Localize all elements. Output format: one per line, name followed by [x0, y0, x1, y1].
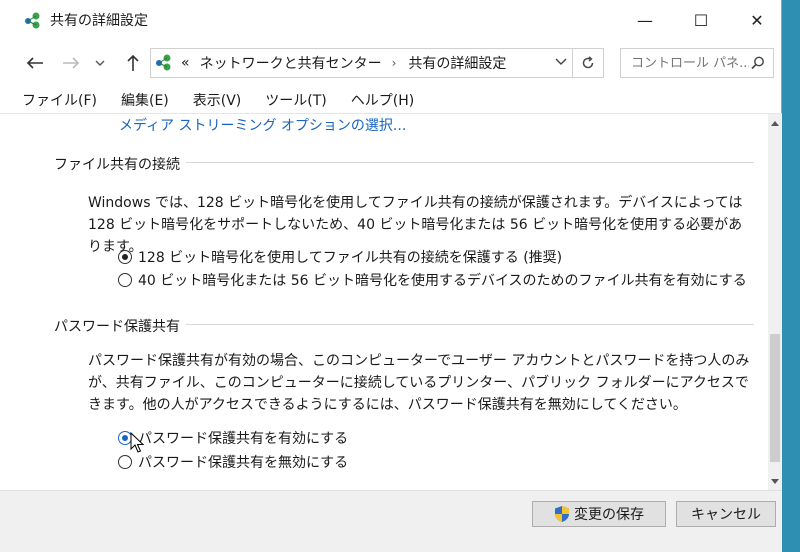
refresh-button[interactable]: [572, 49, 603, 77]
settings-content: メディア ストリーミング オプションの選択... ファイル共有の接続 Windo…: [0, 114, 768, 490]
radio-label[interactable]: 128 ビット暗号化を使用してファイル共有の接続を保護する (推奨): [138, 247, 562, 267]
menu-help[interactable]: ヘルプ(H): [351, 90, 414, 113]
network-icon: [156, 54, 171, 71]
radio-button[interactable]: [118, 273, 132, 287]
section-divider: [186, 162, 754, 163]
search-box[interactable]: [620, 48, 774, 78]
radio-label[interactable]: パスワード保護共有を無効にする: [138, 452, 348, 472]
search-input[interactable]: [629, 54, 751, 72]
radio-label[interactable]: 40 ビット暗号化または 56 ビット暗号化を使用するデバイスのためのファイル共…: [138, 270, 747, 290]
search-icon: [751, 56, 764, 70]
radio-128bit[interactable]: 128 ビット暗号化を使用してファイル共有の接続を保護する (推奨): [118, 247, 562, 267]
address-overflow[interactable]: «: [181, 55, 190, 71]
radio-password-on[interactable]: パスワード保護共有を有効にする: [118, 428, 348, 448]
menu-bar: ファイル(F) 編集(E) 表示(V) ツール(T) ヘルプ(H): [0, 90, 782, 114]
scroll-down-button[interactable]: [768, 472, 782, 490]
close-icon: ✕: [750, 10, 764, 30]
minimize-icon: —: [637, 10, 653, 30]
chevron-down-icon: [95, 60, 105, 66]
password-sharing-section-header: パスワード保護共有: [54, 319, 180, 335]
caret-down-icon: [771, 478, 779, 484]
close-button[interactable]: ✕: [734, 0, 780, 40]
menu-file[interactable]: ファイル(F): [22, 90, 97, 113]
breadcrumb-separator[interactable]: ›: [392, 56, 397, 70]
caret-up-icon: [771, 120, 779, 126]
refresh-icon: [582, 56, 594, 69]
scroll-thumb[interactable]: [770, 334, 780, 462]
back-button[interactable]: [22, 50, 48, 76]
arrow-left-icon: [26, 57, 43, 69]
window: 共有の詳細設定 — ☐ ✕ « ネットワークと共有センター › 共有の詳細設定 …: [0, 0, 782, 552]
file-sharing-section-header: ファイル共有の接続: [54, 157, 180, 173]
radio-password-off[interactable]: パスワード保護共有を無効にする: [118, 452, 348, 472]
radio-40-56bit[interactable]: 40 ビット暗号化または 56 ビット暗号化を使用するデバイスのためのファイル共…: [118, 270, 747, 290]
password-sharing-description: パスワード保護共有が有効の場合、このコンピューターでユーザー アカウントとパスワ…: [88, 353, 750, 413]
mouse-pointer-icon: [130, 432, 144, 453]
title-bar[interactable]: 共有の詳細設定 — ☐ ✕: [0, 0, 782, 40]
breadcrumb-network-center[interactable]: ネットワークと共有センター: [200, 53, 382, 73]
arrow-up-icon: [127, 54, 139, 71]
save-changes-label: 変更の保存: [574, 507, 644, 523]
navigation-bar: « ネットワークと共有センター › 共有の詳細設定: [0, 44, 782, 82]
forward-button[interactable]: [58, 50, 84, 76]
radio-button[interactable]: [118, 455, 132, 469]
menu-view[interactable]: 表示(V): [193, 90, 242, 113]
scroll-up-button[interactable]: [768, 114, 782, 132]
uac-shield-icon: [555, 506, 569, 522]
media-streaming-options-link[interactable]: メディア ストリーミング オプションの選択...: [119, 115, 406, 135]
window-title: 共有の詳細設定: [50, 13, 148, 29]
maximize-icon: ☐: [693, 10, 709, 30]
vertical-scrollbar[interactable]: [768, 114, 782, 490]
arrow-right-icon: [63, 57, 80, 69]
radio-button[interactable]: [118, 250, 132, 264]
menu-tools[interactable]: ツール(T): [265, 90, 326, 113]
section-divider: [186, 324, 754, 325]
network-icon: [25, 12, 40, 29]
save-changes-button[interactable]: 変更の保存: [532, 501, 666, 527]
address-bar[interactable]: « ネットワークと共有センター › 共有の詳細設定: [150, 48, 604, 78]
up-button[interactable]: [120, 50, 146, 76]
recent-locations-button[interactable]: [92, 50, 108, 76]
dialog-footer: 変更の保存 キャンセル: [0, 490, 782, 552]
chevron-down-icon: [555, 58, 567, 65]
breadcrumb-advanced-sharing[interactable]: 共有の詳細設定: [408, 53, 506, 73]
radio-label[interactable]: パスワード保護共有を有効にする: [138, 428, 348, 448]
address-dropdown-button[interactable]: [555, 55, 567, 69]
minimize-button[interactable]: —: [622, 0, 668, 40]
maximize-button[interactable]: ☐: [678, 0, 724, 40]
cancel-button[interactable]: キャンセル: [676, 501, 776, 527]
menu-edit[interactable]: 編集(E): [121, 90, 169, 113]
